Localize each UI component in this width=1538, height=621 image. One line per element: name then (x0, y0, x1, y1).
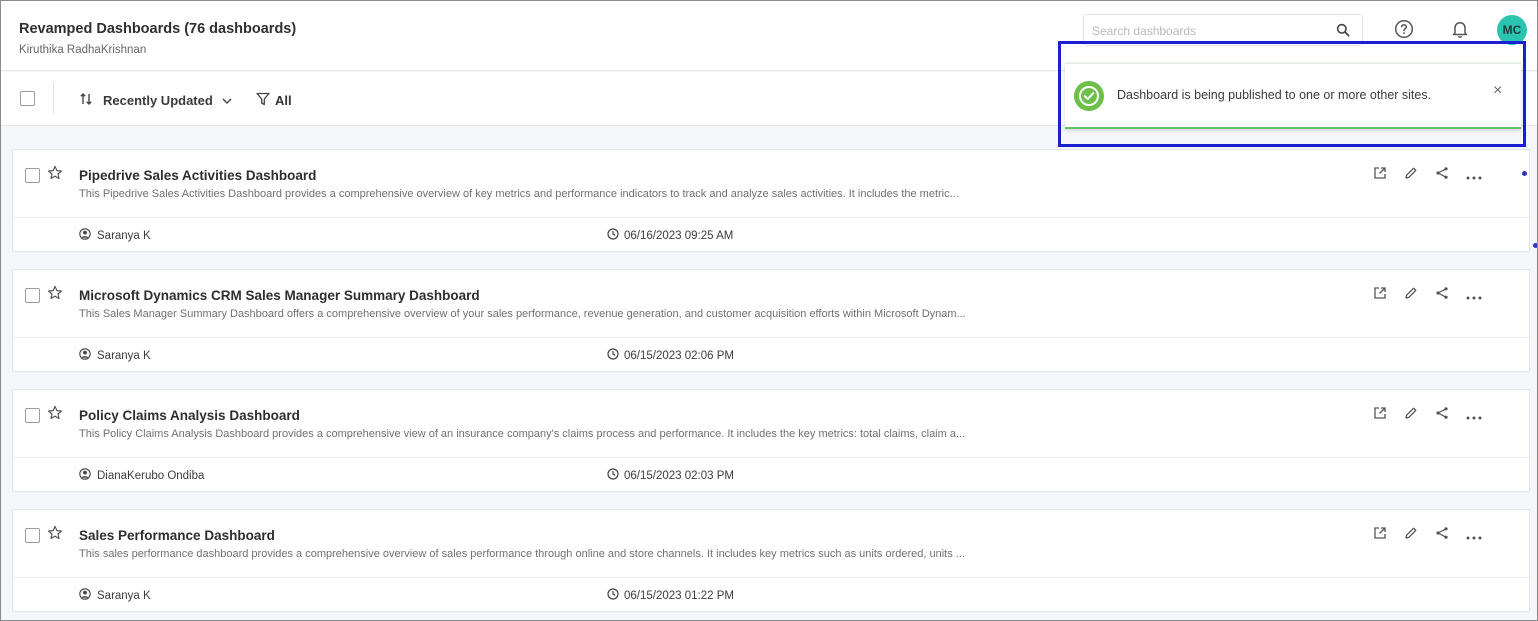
sort-icon (79, 92, 95, 109)
search-icon[interactable] (1336, 23, 1350, 42)
favorite-star-icon[interactable] (47, 165, 63, 186)
dashboard-name[interactable]: Sales Performance Dashboard (79, 528, 275, 543)
clock-icon (607, 228, 619, 243)
dashboard-name[interactable]: Microsoft Dynamics CRM Sales Manager Sum… (79, 288, 480, 303)
filter-label: All (275, 93, 292, 108)
card-header: Microsoft Dynamics CRM Sales Manager Sum… (13, 270, 1529, 338)
card-checkbox[interactable] (25, 528, 40, 543)
dashboard-owner: DianaKerubo Ondiba (79, 468, 204, 483)
favorite-star-icon[interactable] (47, 525, 63, 546)
card-checkbox[interactable] (25, 288, 40, 303)
select-all-checkbox[interactable] (20, 91, 35, 106)
card-checkbox[interactable] (25, 168, 40, 183)
sort-dropdown[interactable]: Recently Updated (79, 92, 233, 109)
dashboard-card[interactable]: Sales Performance Dashboard This sales p… (12, 509, 1530, 612)
open-external-icon[interactable] (1373, 166, 1387, 185)
search-input[interactable] (1092, 21, 1328, 41)
dashboard-name[interactable]: Policy Claims Analysis Dashboard (79, 408, 300, 423)
edit-pencil-icon[interactable] (1404, 286, 1418, 305)
owner-name: Saranya K (97, 229, 151, 242)
dashboard-owner: Saranya K (79, 588, 151, 603)
dashboard-description: This sales performance dashboard provide… (79, 548, 965, 560)
dashboard-card[interactable]: Policy Claims Analysis Dashboard This Po… (12, 389, 1530, 492)
favorite-star-icon[interactable] (47, 405, 63, 426)
dashboard-updated: 06/15/2023 01:22 PM (607, 588, 734, 603)
clock-icon (607, 468, 619, 483)
share-icon[interactable] (1435, 406, 1449, 425)
dashboard-owner: Saranya K (79, 228, 151, 243)
more-options-icon[interactable] (1466, 527, 1482, 545)
card-actions (1373, 286, 1482, 305)
card-actions (1373, 526, 1482, 545)
favorite-star-icon[interactable] (47, 285, 63, 306)
dashboard-updated: 06/15/2023 02:03 PM (607, 468, 734, 483)
dashboard-list-page: Revamped Dashboards (76 dashboards) Kiru… (0, 0, 1538, 621)
card-actions (1373, 166, 1482, 185)
card-header: Sales Performance Dashboard This sales p… (13, 510, 1529, 578)
card-header: Policy Claims Analysis Dashboard This Po… (13, 390, 1529, 458)
chevron-down-icon (221, 93, 233, 108)
dashboard-owner: Saranya K (79, 348, 151, 363)
open-external-icon[interactable] (1373, 406, 1387, 425)
clock-icon (607, 588, 619, 603)
updated-date: 06/15/2023 02:03 PM (624, 469, 734, 482)
updated-date: 06/16/2023 09:25 AM (624, 229, 734, 242)
more-options-icon[interactable] (1466, 167, 1482, 185)
owner-name: DianaKerubo Ondiba (97, 469, 205, 482)
card-checkbox[interactable] (25, 408, 40, 423)
edit-pencil-icon[interactable] (1404, 406, 1418, 425)
page-subtitle: Kiruthika RadhaKrishnan (19, 44, 147, 56)
share-icon[interactable] (1435, 166, 1449, 185)
user-icon (79, 348, 91, 363)
open-external-icon[interactable] (1373, 526, 1387, 545)
more-options-icon[interactable] (1466, 287, 1482, 305)
dashboard-updated: 06/16/2023 09:25 AM (607, 228, 733, 243)
scroll-indicator (1533, 243, 1537, 248)
user-icon (79, 468, 91, 483)
open-external-icon[interactable] (1373, 286, 1387, 305)
card-actions (1373, 406, 1482, 425)
dashboard-card[interactable]: Microsoft Dynamics CRM Sales Manager Sum… (12, 269, 1530, 372)
edit-pencil-icon[interactable] (1404, 166, 1418, 185)
dashboard-updated: 06/15/2023 02:06 PM (607, 348, 734, 363)
updated-date: 06/15/2023 02:06 PM (624, 349, 734, 362)
share-icon[interactable] (1435, 286, 1449, 305)
dashboard-description: This Pipedrive Sales Activities Dashboar… (79, 188, 959, 200)
scroll-indicator (1522, 171, 1527, 176)
success-check-icon (1074, 81, 1104, 111)
dashboard-description: This Policy Claims Analysis Dashboard pr… (79, 428, 966, 440)
toolbar-divider (53, 82, 54, 114)
card-header: Pipedrive Sales Activities Dashboard Thi… (13, 150, 1529, 218)
owner-name: Saranya K (97, 589, 151, 602)
close-icon[interactable]: × (1493, 82, 1502, 100)
filter-icon (256, 92, 270, 109)
filter-dropdown[interactable]: All (256, 92, 292, 109)
user-icon (79, 588, 91, 603)
dashboard-description: This Sales Manager Summary Dashboard off… (79, 308, 966, 320)
updated-date: 06/15/2023 01:22 PM (624, 589, 734, 602)
edit-pencil-icon[interactable] (1404, 526, 1418, 545)
publish-toast: Dashboard is being published to one or m… (1065, 63, 1521, 129)
sort-label: Recently Updated (103, 93, 213, 108)
user-icon (79, 228, 91, 243)
share-icon[interactable] (1435, 526, 1449, 545)
toast-message: Dashboard is being published to one or m… (1117, 88, 1432, 102)
owner-name: Saranya K (97, 349, 151, 362)
clock-icon (607, 348, 619, 363)
dashboard-name[interactable]: Pipedrive Sales Activities Dashboard (79, 168, 316, 183)
dashboard-card[interactable]: Pipedrive Sales Activities Dashboard Thi… (12, 149, 1530, 252)
more-options-icon[interactable] (1466, 407, 1482, 425)
page-title: Revamped Dashboards (76 dashboards) (19, 21, 297, 37)
